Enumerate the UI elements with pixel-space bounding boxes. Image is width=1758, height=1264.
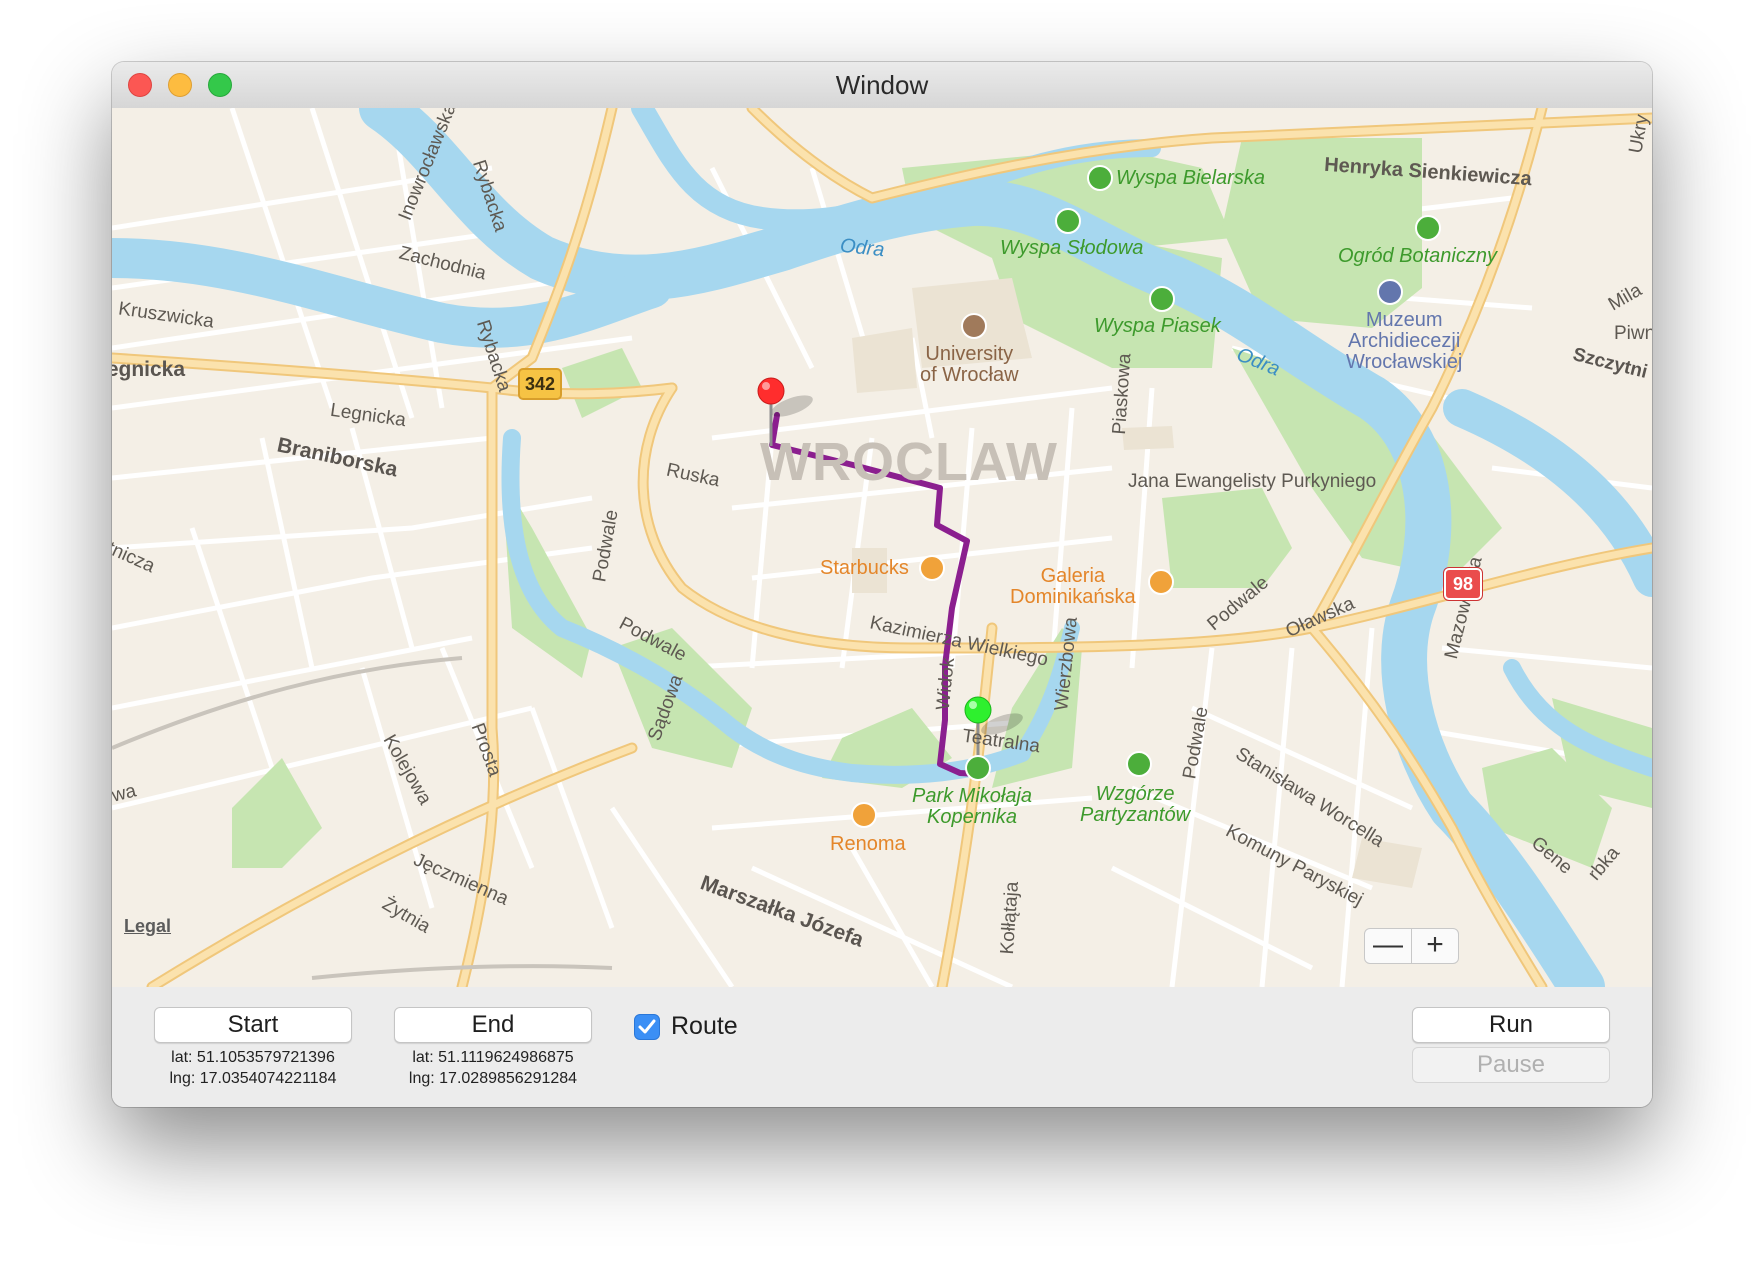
- river-label-odra: Odra: [838, 234, 886, 262]
- zoom-window-button[interactable]: [208, 73, 232, 97]
- park-label-wyspa-piasek: Wyspa Piasek: [1094, 315, 1221, 337]
- road-label: Piwn: [1614, 323, 1652, 344]
- park-label-ogrod-botaniczny: Ogród Botaniczny: [1338, 245, 1497, 267]
- control-panel: Start lat: 51.1053579721396 lng: 17.0354…: [112, 987, 1652, 1107]
- start-button[interactable]: Start: [154, 1007, 352, 1043]
- run-button[interactable]: Run: [1412, 1007, 1610, 1043]
- poi-label-starbucks: Starbucks: [820, 557, 909, 579]
- end-lng: lng: 17.0289856291284: [408, 1070, 578, 1087]
- road-label: Jana Ewangelisty Purkyniego: [1128, 471, 1377, 492]
- highway-shield-342: 342: [518, 368, 562, 400]
- city-label: WROCLAW: [760, 432, 1058, 492]
- highway-shield-98: 98: [1444, 568, 1482, 600]
- minimize-window-button[interactable]: [168, 73, 192, 97]
- pause-button: Pause: [1412, 1047, 1610, 1083]
- poi-label-renoma: Renoma: [830, 833, 906, 855]
- title-bar[interactable]: Window: [112, 62, 1652, 109]
- zoom-out-button[interactable]: —: [1364, 928, 1412, 964]
- park-label-wyspa-bielarska: Wyspa Bielarska: [1116, 167, 1265, 189]
- start-lng: lng: 17.0354074221184: [169, 1070, 337, 1087]
- road-label: Legnicka: [112, 358, 186, 381]
- close-window-button[interactable]: [128, 73, 152, 97]
- route-checkbox[interactable]: [634, 1014, 660, 1040]
- start-lat: lat: 51.1053579721396: [171, 1049, 335, 1066]
- route-checkbox-label[interactable]: Route: [671, 1011, 738, 1041]
- poi-label-galeria-dominikanska: Galeria Dominikańska: [1010, 565, 1136, 608]
- park-label-wyspa-slodowa: Wyspa Słodowa: [1000, 237, 1144, 259]
- park-label-park-kopernika: Park Mikołaja Kopernika: [912, 785, 1033, 828]
- map-view[interactable]: WROCLAW Odra Odra Henryka Sienkiewicza I…: [112, 108, 1652, 987]
- app-window: Window WROCLAW Odra Odra Henryka Sienkie…: [112, 62, 1652, 1107]
- window-title: Window: [835, 70, 929, 100]
- poi-label-museum: Muzeum Archidiecezji Wrocławskiej: [1346, 309, 1463, 373]
- checkmark-icon: [638, 1019, 656, 1034]
- legal-link[interactable]: Legal: [124, 916, 171, 936]
- end-coordinates: lat: 51.1119624986875 lng: 17.0289856291…: [386, 1047, 600, 1089]
- park-label-wzgorze-partyzantow: Wzgórze Partyzantów: [1080, 783, 1191, 826]
- zoom-in-button[interactable]: +: [1411, 928, 1459, 964]
- poi-label-university: University of Wrocław: [920, 343, 1019, 386]
- end-lat: lat: 51.1119624986875: [412, 1049, 574, 1066]
- start-coordinates: lat: 51.1053579721396 lng: 17.0354074221…: [146, 1047, 360, 1089]
- end-button[interactable]: End: [394, 1007, 592, 1043]
